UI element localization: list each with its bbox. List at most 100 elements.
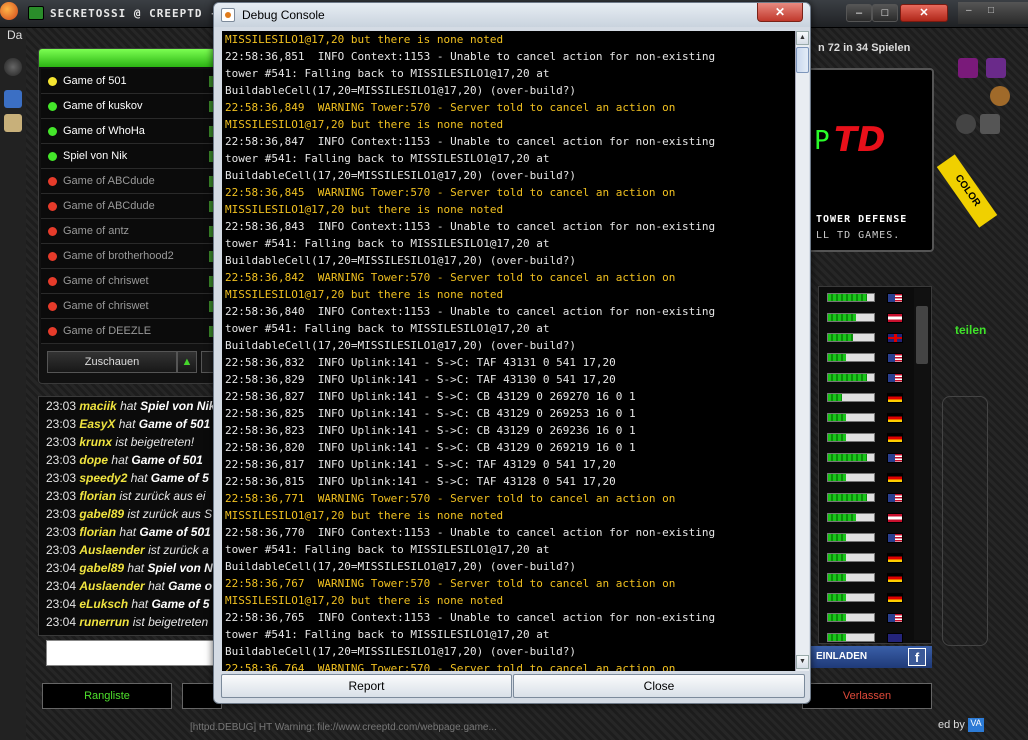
chat-line: 23:03 krunx ist beigetreten! (39, 433, 215, 451)
maximize-icon[interactable]: □ (988, 5, 1002, 19)
game-list-item[interactable]: Game of 501 (41, 69, 215, 94)
scroll-down-arrow-icon[interactable]: ▼ (796, 655, 809, 669)
player-level-fill (828, 514, 856, 521)
scrollbar-thumb[interactable] (916, 306, 928, 364)
game-list-item[interactable]: Spiel von Nik (41, 144, 215, 169)
left-icon-strip (0, 48, 26, 248)
player-level-fill (828, 554, 846, 561)
game-name: Game of ABCdude (63, 175, 155, 187)
chat-time: 23:04 (46, 561, 77, 575)
dialog-titlebar[interactable]: Debug Console ✕ (214, 3, 810, 27)
report-button[interactable]: Report (221, 674, 512, 698)
game-name: Game of antz (63, 225, 130, 237)
log-line: BuildableCell(17,20=MISSILESILO1@17,20) … (225, 84, 576, 97)
chat-user[interactable]: Auslaender (79, 579, 144, 593)
pet-icon[interactable] (990, 86, 1010, 106)
chat-input[interactable] (46, 640, 216, 666)
dpad-icon[interactable] (980, 114, 1000, 134)
ranking-button[interactable]: Rangliste (42, 683, 172, 709)
game-list-item[interactable]: Game of brotherhood2 (41, 244, 215, 269)
purple-icon[interactable] (958, 58, 978, 78)
game-list-item[interactable]: Game of DEEZLE (41, 319, 215, 344)
log-output[interactable]: MISSILESILO1@17,20 but there is none not… (222, 31, 795, 671)
chat-user[interactable]: florian (79, 525, 116, 539)
game-close-button[interactable]: ✕ (900, 4, 948, 22)
log-line: MISSILESILO1@17,20 but there is none not… (225, 33, 504, 46)
chat-user[interactable]: runerrun (79, 615, 129, 629)
menu-bar[interactable]: Da (0, 28, 30, 44)
player-level-fill (828, 354, 846, 361)
game-maximize-button[interactable]: □ (872, 4, 898, 22)
game-list-item[interactable]: Game of chriswet (41, 269, 215, 294)
status-dot-icon (48, 127, 57, 136)
leave-button[interactable]: Verlassen (802, 683, 932, 709)
game-name: Game of ABCdude (63, 200, 155, 212)
country-flag-icon (887, 633, 903, 643)
game-list-item[interactable]: Game of WhoHa (41, 119, 215, 144)
log-line: 22:58:36,829 INFO Uplink:141 - S->C: TAF… (225, 373, 616, 386)
game-minimize-button[interactable]: – (846, 4, 872, 22)
chat-user[interactable]: maciik (79, 399, 116, 413)
chat-action: hat (118, 417, 136, 431)
player-level-fill (828, 434, 846, 441)
player-level-bar (827, 513, 875, 522)
log-scrollbar[interactable]: ▲ ▼ (795, 31, 809, 671)
menu-label[interactable]: Da (7, 28, 22, 42)
online-stats: n 72 in 34 Spielen (818, 42, 911, 54)
scrollbar-thumb[interactable] (796, 47, 809, 73)
chat-time: 23:03 (46, 417, 77, 431)
made-by-text: ed by (938, 718, 965, 731)
player-level-bar (827, 413, 875, 422)
circle-icon[interactable] (4, 58, 22, 76)
record-icon[interactable] (956, 114, 976, 134)
country-flag-icon (887, 513, 903, 523)
watch-button[interactable]: Zuschauen (47, 351, 177, 373)
chat-detail: Spiel von N (147, 561, 213, 575)
chat-action: hat (111, 453, 129, 467)
game-list-item[interactable]: Game of kuskov (41, 94, 215, 119)
close-icon[interactable]: ✕ (757, 3, 803, 22)
log-line: 22:58:36,823 INFO Uplink:141 - S->C: CB … (225, 424, 636, 437)
game-list-item[interactable]: Game of ABCdude (41, 194, 215, 219)
country-flag-icon (887, 373, 903, 383)
chat-user[interactable]: speedy2 (79, 471, 127, 485)
game-list-item[interactable]: Game of ABCdude (41, 169, 215, 194)
games-panel-header (39, 49, 215, 67)
chat-user[interactable]: krunx (79, 435, 112, 449)
log-line: tower #541: Falling back to MISSILESILO1… (225, 543, 550, 556)
facebook-icon[interactable]: f (908, 648, 926, 666)
player-level-bar (827, 353, 875, 362)
chat-time: 23:03 (46, 435, 77, 449)
firefox-icon[interactable] (0, 2, 18, 20)
chat-user[interactable]: EasyX (79, 417, 115, 431)
game-name: Game of kuskov (63, 100, 143, 112)
grid-icon[interactable] (986, 58, 1006, 78)
chat-user[interactable]: Auslaender (79, 543, 144, 557)
player-level-bar (827, 553, 875, 562)
chat-line: 23:03 florian hat Game of 501 (39, 523, 215, 541)
status-dot-icon (48, 277, 57, 286)
chat-user[interactable]: gabel89 (79, 507, 124, 521)
chat-user[interactable]: gabel89 (79, 561, 124, 575)
players-scrollbar[interactable] (914, 288, 930, 640)
minimize-icon[interactable]: – (966, 5, 980, 19)
debug-console-dialog: Debug Console ✕ MISSILESILO1@17,20 but t… (213, 2, 811, 704)
chat-action: hat (119, 525, 137, 539)
chat-action: hat (148, 579, 165, 593)
scroll-up-arrow-icon[interactable]: ▲ (796, 31, 809, 45)
game-list-item[interactable]: Game of antz (41, 219, 215, 244)
chat-user[interactable]: florian (79, 489, 116, 503)
scroll-up-arrow-icon[interactable]: ▲ (177, 351, 197, 373)
game-name: Game of brotherhood2 (63, 250, 174, 262)
tan-app-icon[interactable] (4, 114, 22, 132)
close-button[interactable]: Close (513, 674, 805, 698)
player-level-fill (828, 414, 846, 421)
game-list-item[interactable]: Game of chriswet (41, 294, 215, 319)
player-level-bar (827, 373, 875, 382)
chat-time: 23:03 (46, 399, 77, 413)
chat-detail: Game of 5 (150, 471, 209, 485)
blue-app-icon[interactable] (4, 90, 22, 108)
chat-user[interactable]: eLuksch (79, 597, 128, 611)
share-link[interactable]: teilen (955, 323, 986, 337)
chat-user[interactable]: dope (79, 453, 108, 467)
